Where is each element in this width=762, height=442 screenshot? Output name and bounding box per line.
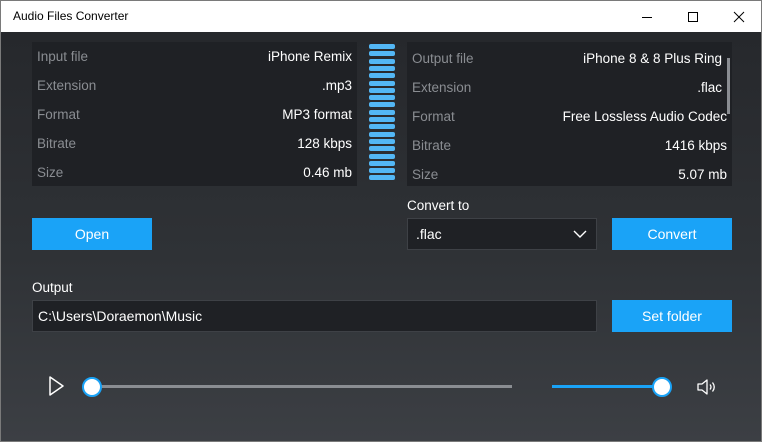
input-info-row: Format MP3 format [32, 100, 357, 129]
level-meter-bar [369, 87, 395, 93]
minimize-button[interactable] [624, 1, 670, 33]
convert-button[interactable]: Convert [612, 218, 732, 250]
level-meter-bar [369, 109, 395, 115]
output-extension-value: .flac [697, 80, 722, 95]
play-icon [49, 376, 64, 396]
close-button[interactable] [716, 1, 762, 33]
input-format-value: MP3 format [282, 107, 352, 122]
input-size-label: Size [37, 165, 64, 180]
output-size-value: 5.07 mb [678, 167, 727, 182]
input-bitrate-value: 128 kbps [297, 136, 352, 151]
volume-slider-thumb[interactable] [652, 377, 672, 397]
volume-icon [697, 379, 715, 395]
volume-slider-track[interactable] [552, 385, 662, 388]
input-file-label: Input file [37, 49, 89, 64]
convert-to-value: .flac [416, 226, 442, 242]
close-icon [733, 11, 745, 23]
output-extension-label: Extension [412, 80, 472, 95]
level-meter [369, 44, 395, 184]
title-bar: Audio Files Converter [0, 0, 762, 32]
output-label: Output [32, 280, 73, 295]
output-file-value: iPhone 8 & 8 Plus Ring [583, 51, 722, 66]
output-info-panel[interactable]: Output file iPhone 8 & 8 Plus Ring Exten… [407, 42, 732, 186]
level-meter-bar [369, 131, 395, 137]
convert-to-select[interactable]: .flac [407, 218, 597, 250]
input-extension-value: .mp3 [321, 78, 352, 93]
level-meter-bar [369, 146, 395, 152]
level-meter-bar [369, 138, 395, 144]
input-info-row: Bitrate 128 kbps [32, 129, 357, 158]
level-meter-bar [369, 175, 395, 181]
input-info-panel: Input file iPhone Remix Extension .mp3 F… [32, 42, 357, 186]
level-meter-bar [369, 102, 395, 108]
output-info-row: Bitrate 1416 kbps [407, 131, 732, 160]
input-info-row: Extension .mp3 [32, 71, 357, 100]
output-size-label: Size [412, 167, 439, 182]
input-file-value: iPhone Remix [267, 49, 352, 64]
level-meter-bar [369, 160, 395, 166]
chevron-down-icon [573, 230, 587, 238]
volume-slider-fill [552, 385, 662, 388]
output-info-row: Size 5.07 mb [407, 160, 732, 186]
level-meter-bar [369, 65, 395, 71]
output-file-label: Output file [412, 51, 474, 66]
maximize-button[interactable] [670, 1, 716, 33]
level-meter-bar [369, 124, 395, 130]
volume-button[interactable] [695, 375, 719, 399]
output-bitrate-value: 1416 kbps [664, 138, 727, 153]
window-title: Audio Files Converter [13, 9, 129, 23]
input-bitrate-label: Bitrate [37, 136, 77, 151]
output-info-row: Output file iPhone 8 & 8 Plus Ring [407, 44, 732, 73]
play-button[interactable] [45, 375, 67, 397]
output-format-label: Format [412, 109, 455, 124]
maximize-icon [688, 12, 698, 22]
set-folder-button[interactable]: Set folder [612, 300, 732, 332]
level-meter-bar [369, 168, 395, 174]
output-info-row: Extension .flac [407, 73, 732, 102]
output-path-input[interactable]: C:\Users\Doraemon\Music [32, 300, 597, 332]
level-meter-bar [369, 51, 395, 57]
output-format-value: Free Lossless Audio Codec [562, 109, 727, 124]
output-panel-scrollbar[interactable] [727, 58, 730, 114]
input-size-value: 0.46 mb [303, 165, 352, 180]
input-format-label: Format [37, 107, 80, 122]
level-meter-bar [369, 80, 395, 86]
app-client-area: Input file iPhone Remix Extension .mp3 F… [0, 32, 762, 442]
input-extension-label: Extension [37, 78, 97, 93]
minimize-icon [642, 17, 652, 18]
output-bitrate-label: Bitrate [412, 138, 452, 153]
level-meter-bar [369, 58, 395, 64]
output-info-row: Format Free Lossless Audio Codec [407, 102, 732, 131]
level-meter-bar [369, 95, 395, 101]
convert-to-label: Convert to [407, 198, 470, 213]
seek-slider-track[interactable] [92, 385, 512, 388]
open-button[interactable]: Open [32, 218, 152, 250]
level-meter-bar [369, 73, 395, 79]
input-info-row: Size 0.46 mb [32, 158, 357, 186]
level-meter-bar [369, 44, 395, 49]
level-meter-bar [369, 153, 395, 159]
level-meter-bar [369, 117, 395, 122]
seek-slider-thumb[interactable] [82, 377, 102, 397]
input-info-row: Input file iPhone Remix [32, 42, 357, 71]
